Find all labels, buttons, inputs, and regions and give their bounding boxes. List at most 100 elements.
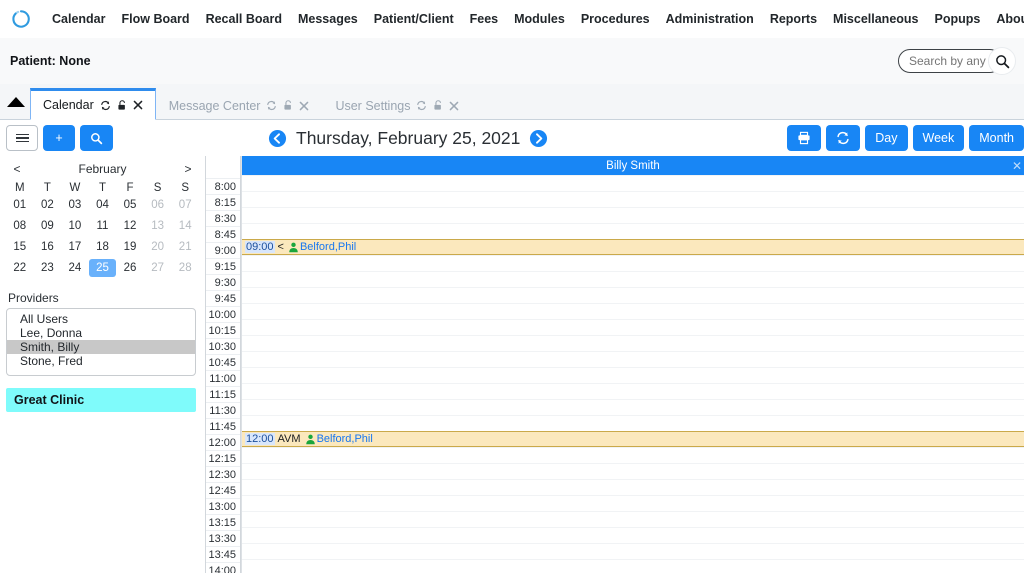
nav-item-popups[interactable]: Popups (927, 8, 989, 30)
provider-option[interactable]: Lee, Donna (7, 326, 195, 340)
mini-cal-day[interactable]: 17 (61, 238, 89, 256)
mini-cal-day[interactable]: 27 (144, 259, 172, 277)
nav-item-messages[interactable]: Messages (290, 8, 366, 30)
mini-cal-day[interactable]: 18 (89, 238, 117, 256)
tab-calendar[interactable]: Calendar (30, 88, 156, 120)
providers-list[interactable]: All Users Lee, Donna Smith, Billy Stone, Fr… (6, 308, 196, 376)
time-slot[interactable] (242, 271, 1024, 287)
mini-cal-day[interactable]: 21 (171, 238, 199, 256)
time-slot[interactable] (242, 255, 1024, 271)
time-slot[interactable] (242, 351, 1024, 367)
time-slot[interactable] (242, 319, 1024, 335)
close-icon[interactable] (299, 101, 309, 111)
nav-item-miscellaneous[interactable]: Miscellaneous (825, 8, 926, 30)
time-slot[interactable] (242, 559, 1024, 573)
refresh-icon[interactable] (100, 100, 111, 111)
mini-cal-day[interactable]: 20 (144, 238, 172, 256)
search-icon[interactable] (988, 47, 1016, 75)
nav-item-fees[interactable]: Fees (462, 8, 507, 30)
time-slot[interactable] (242, 415, 1024, 431)
time-slot[interactable] (242, 303, 1024, 319)
appointment-block[interactable]: 12:00 AVM Belford,Phil (242, 431, 1024, 447)
nav-item-calendar[interactable]: Calendar (44, 8, 114, 30)
hamburger-icon[interactable] (6, 125, 38, 151)
mini-cal-day[interactable]: 11 (89, 217, 117, 235)
mini-cal-day[interactable]: 10 (61, 217, 89, 235)
calendar-search-button[interactable] (80, 125, 113, 151)
close-icon[interactable] (449, 101, 459, 111)
nav-item-modules[interactable]: Modules (506, 8, 573, 30)
time-slot[interactable] (242, 399, 1024, 415)
provider-option[interactable]: All Users (7, 312, 195, 326)
mini-cal-day[interactable]: 03 (61, 196, 89, 214)
lock-icon[interactable] (117, 99, 127, 111)
provider-option[interactable]: Stone, Fred (7, 354, 195, 368)
time-slot[interactable] (242, 335, 1024, 351)
nav-item-procedures[interactable]: Procedures (573, 8, 658, 30)
mini-cal-day[interactable]: 05 (116, 196, 144, 214)
mini-cal-day-selected[interactable]: 25 (88, 259, 117, 277)
mini-cal-day[interactable]: 07 (171, 196, 199, 214)
nav-item-patient-client[interactable]: Patient/Client (366, 8, 462, 30)
time-slot[interactable] (242, 175, 1024, 191)
mini-cal-day[interactable]: 23 (34, 259, 62, 277)
refresh-button[interactable] (826, 125, 861, 151)
refresh-icon[interactable] (266, 100, 277, 111)
view-button-week[interactable]: Week (912, 125, 965, 151)
nav-item-recall-board[interactable]: Recall Board (198, 8, 290, 30)
nav-item-about[interactable]: About (988, 8, 1024, 30)
mini-cal-day[interactable]: 08 (6, 217, 34, 235)
mini-cal-day[interactable]: 09 (34, 217, 62, 235)
mini-cal-day[interactable]: 28 (171, 259, 199, 277)
mini-cal-day[interactable]: 13 (144, 217, 172, 235)
nav-item-administration[interactable]: Administration (658, 8, 762, 30)
time-slot[interactable] (242, 191, 1024, 207)
time-slot[interactable] (242, 463, 1024, 479)
nav-item-flow-board[interactable]: Flow Board (114, 8, 198, 30)
mini-cal-day[interactable]: 02 (34, 196, 62, 214)
triangle-up-icon[interactable] (2, 85, 30, 119)
time-slot[interactable] (242, 495, 1024, 511)
mini-cal-day[interactable]: 19 (116, 238, 144, 256)
time-slot[interactable] (242, 479, 1024, 495)
print-button[interactable] (787, 125, 822, 151)
time-slot[interactable] (242, 287, 1024, 303)
close-icon[interactable] (133, 100, 143, 110)
prev-day-icon[interactable] (268, 129, 287, 148)
time-slot[interactable] (242, 543, 1024, 559)
mini-cal-day[interactable]: 22 (6, 259, 34, 277)
time-slot[interactable] (242, 527, 1024, 543)
mini-cal-day[interactable]: 01 (6, 196, 34, 214)
mini-cal-day[interactable]: 15 (6, 238, 34, 256)
mini-cal-day[interactable]: 16 (34, 238, 62, 256)
nav-item-reports[interactable]: Reports (762, 8, 825, 30)
time-slot[interactable] (242, 223, 1024, 239)
add-appointment-button[interactable]: + (43, 125, 75, 151)
provider-option-selected[interactable]: Smith, Billy (7, 340, 195, 354)
mini-cal-next-month[interactable]: > (181, 162, 195, 176)
next-day-icon[interactable] (529, 129, 548, 148)
time-slot[interactable] (242, 383, 1024, 399)
mini-cal-day[interactable]: 04 (89, 196, 117, 214)
view-button-month[interactable]: Month (969, 125, 1024, 151)
time-slot[interactable] (242, 207, 1024, 223)
close-icon[interactable]: ✕ (1012, 159, 1022, 173)
clinic-badge[interactable]: Great Clinic (6, 388, 196, 412)
time-slot[interactable] (242, 367, 1024, 383)
lock-icon[interactable] (433, 100, 443, 111)
tab-message-center[interactable]: Message Center (156, 90, 323, 120)
tab-user-settings[interactable]: User Settings (322, 90, 472, 120)
mini-cal-day[interactable]: 26 (116, 259, 144, 277)
app-logo-icon[interactable] (10, 8, 32, 30)
mini-cal-prev-month[interactable]: < (10, 162, 24, 176)
time-slot[interactable] (242, 447, 1024, 463)
search-input[interactable] (898, 49, 1002, 73)
mini-cal-day[interactable]: 12 (116, 217, 144, 235)
mini-cal-day[interactable]: 24 (61, 259, 89, 277)
time-slot[interactable] (242, 511, 1024, 527)
mini-cal-day[interactable]: 06 (144, 196, 172, 214)
refresh-icon[interactable] (416, 100, 427, 111)
view-button-day[interactable]: Day (865, 125, 908, 151)
lock-icon[interactable] (283, 100, 293, 111)
mini-cal-day[interactable]: 14 (171, 217, 199, 235)
